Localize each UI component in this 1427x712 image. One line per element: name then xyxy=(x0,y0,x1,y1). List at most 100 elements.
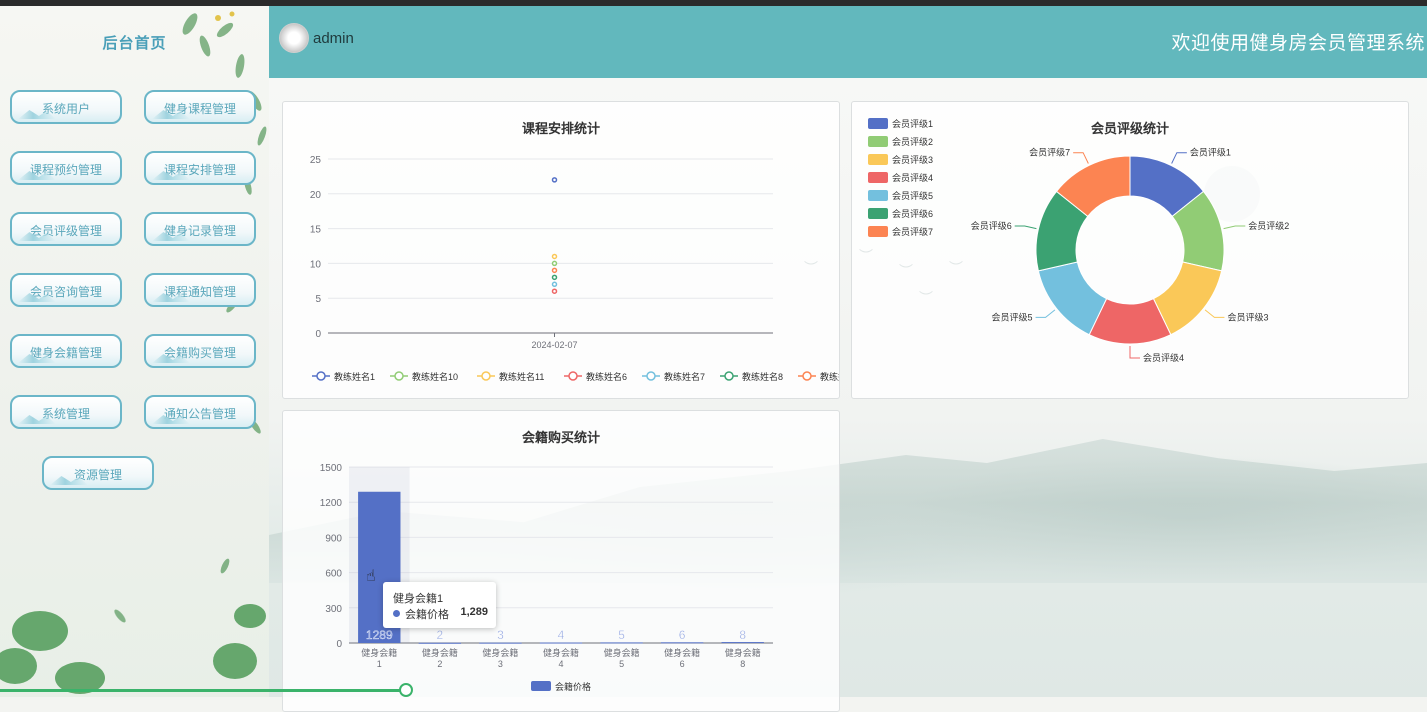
tooltip-value: 1,289 xyxy=(460,606,488,618)
scatter-chart: 0 5 10 15 20 25 2024-02-07 教练姓名1 教练姓名10 教练姓名11 教练姓… xyxy=(310,155,839,382)
scatter-point xyxy=(551,274,558,281)
legend-marker xyxy=(394,371,404,381)
legend-label: 会员评级3 xyxy=(892,154,933,165)
bar-value-label: 8 xyxy=(739,628,746,642)
legend-label: 会员评级2 xyxy=(892,136,933,147)
x-tick-label: 健身会籍 xyxy=(604,647,640,658)
scatter-point xyxy=(551,281,558,288)
x-tick-label: 3 xyxy=(498,659,503,669)
legend-marker xyxy=(724,371,734,381)
sidebar-item-system-users[interactable]: 系统用户 xyxy=(10,90,122,124)
legend-marker xyxy=(802,371,812,381)
sidebar-item-membership-management[interactable]: 健身会籍管理 xyxy=(10,334,122,368)
sidebar-item-rating-management[interactable]: 会员评级管理 xyxy=(10,212,122,246)
legend-swatch xyxy=(868,118,888,129)
sidebar-item-consult-management[interactable]: 会员咨询管理 xyxy=(10,273,122,307)
bar xyxy=(479,642,522,644)
page-progress-bar xyxy=(0,689,408,692)
progress-knob[interactable] xyxy=(399,683,413,697)
slice-label: 会员评级5 xyxy=(992,311,1033,322)
legend-label: 会籍价格 xyxy=(555,681,591,692)
y-tick-label: 1500 xyxy=(320,463,343,474)
x-tick-label: 4 xyxy=(558,659,563,669)
x-tick-label: 1 xyxy=(377,659,382,669)
y-tick-label: 15 xyxy=(310,225,322,236)
x-tick-label: 健身会籍 xyxy=(543,647,579,658)
legend-label: 教练姓名9 xyxy=(820,371,839,382)
label-line xyxy=(1014,225,1037,230)
legend-label: 教练姓名1 xyxy=(334,371,375,382)
sidebar-item-course-management[interactable]: 健身课程管理 xyxy=(144,90,256,124)
sidebar-item-record-management[interactable]: 健身记录管理 xyxy=(144,212,256,246)
x-tick-label: 2 xyxy=(437,659,442,669)
bar xyxy=(539,642,583,644)
y-tick-label: 0 xyxy=(315,329,321,340)
username[interactable]: admin xyxy=(313,30,354,47)
y-tick-label: 300 xyxy=(325,604,342,615)
x-tick-label: 健身会籍 xyxy=(482,647,518,658)
label-line xyxy=(1035,309,1056,318)
sidebar-item-course-notice-management[interactable]: 课程通知管理 xyxy=(144,273,256,307)
legend-swatch xyxy=(868,172,888,183)
sidebar-item-resource-management[interactable]: 资源管理 xyxy=(42,456,154,490)
bar xyxy=(660,642,704,644)
x-tick-label: 6 xyxy=(680,659,685,669)
bar xyxy=(600,642,643,644)
slice-label: 会员评级2 xyxy=(1248,220,1289,231)
legend-label: 会员评级1 xyxy=(892,118,933,129)
sidebar-item-purchase-management[interactable]: 会籍购买管理 xyxy=(144,334,256,368)
y-tick-label: 0 xyxy=(336,639,342,650)
bar-value-label: 2 xyxy=(437,628,444,642)
welcome-text: 欢迎使用健身房会员管理系统 xyxy=(1171,33,1425,54)
legend-marker xyxy=(568,371,578,381)
slice-label: 会员评级1 xyxy=(1190,147,1231,158)
scatter-point xyxy=(551,177,558,183)
slice-label: 会员评级7 xyxy=(1029,147,1070,158)
bar-chart: 0300600900120015001289健身会籍12健身会籍23健身会籍34… xyxy=(320,463,773,692)
bar-value-label: 4 xyxy=(558,628,565,642)
bar xyxy=(418,642,462,644)
sidebar-item-announcement-management[interactable]: 通知公告管理 xyxy=(144,395,256,429)
legend-label: 教练姓名6 xyxy=(586,371,627,382)
x-tick-label: 5 xyxy=(619,659,624,669)
legend-label: 教练姓名8 xyxy=(742,371,783,382)
legend-swatch xyxy=(531,681,551,691)
hand-cursor-icon: ☝ xyxy=(366,568,376,585)
y-tick-label: 600 xyxy=(325,569,342,580)
x-tick-label: 健身会籍 xyxy=(725,647,761,658)
legend-label: 会员评级6 xyxy=(892,208,933,219)
bar-value-label: 1289 xyxy=(366,628,393,642)
x-tick-label: 健身会籍 xyxy=(664,647,700,658)
sidebar: 后台首页 系统用户 健身课程管理 课程预约管理 课程安排管理 会员评级管理 健身… xyxy=(0,6,269,697)
tooltip-series: 会籍价格 xyxy=(405,609,449,621)
x-tick-label: 8 xyxy=(740,659,745,669)
legend-label: 教练姓名10 xyxy=(412,371,458,382)
scatter-point xyxy=(551,288,558,294)
sidebar-title[interactable]: 后台首页 xyxy=(0,32,269,53)
y-tick-label: 20 xyxy=(310,190,322,201)
label-line xyxy=(1129,346,1140,359)
sidebar-item-system-management[interactable]: 系统管理 xyxy=(10,395,122,429)
y-tick-label: 900 xyxy=(325,533,342,544)
legend-label: 教练姓名11 xyxy=(499,371,544,382)
legend-swatch xyxy=(868,226,888,237)
y-tick-label: 25 xyxy=(310,155,322,166)
panel-member-rating: 会员评级统计 会员评级1 会员评级2 会员评级3 会员评级4 会员评级5 会员评级6 会员评… xyxy=(851,101,1409,399)
slice-label: 会员评级6 xyxy=(971,220,1012,231)
bar xyxy=(721,642,764,644)
tooltip-title: 健身会籍1 xyxy=(393,593,444,605)
label-line xyxy=(1073,152,1089,164)
legend-swatch xyxy=(868,154,888,165)
label-line xyxy=(1171,152,1187,164)
scatter-point xyxy=(551,260,558,267)
avatar[interactable] xyxy=(279,23,309,53)
sidebar-item-schedule-management[interactable]: 课程安排管理 xyxy=(144,151,256,185)
y-tick-label: 1200 xyxy=(320,498,343,509)
y-tick-label: 10 xyxy=(310,259,322,270)
legend-marker xyxy=(316,371,326,381)
panel-membership-purchase: 会籍购买统计 0 300 600 900 1200 1500 1289 健身会籍 1 2 健身会籍 2… xyxy=(282,410,840,712)
x-tick-label: 健身会籍 xyxy=(422,647,458,658)
y-tick-label: 5 xyxy=(315,294,321,305)
sidebar-item-booking-management[interactable]: 课程预约管理 xyxy=(10,151,122,185)
bar-value-label: 5 xyxy=(618,628,625,642)
